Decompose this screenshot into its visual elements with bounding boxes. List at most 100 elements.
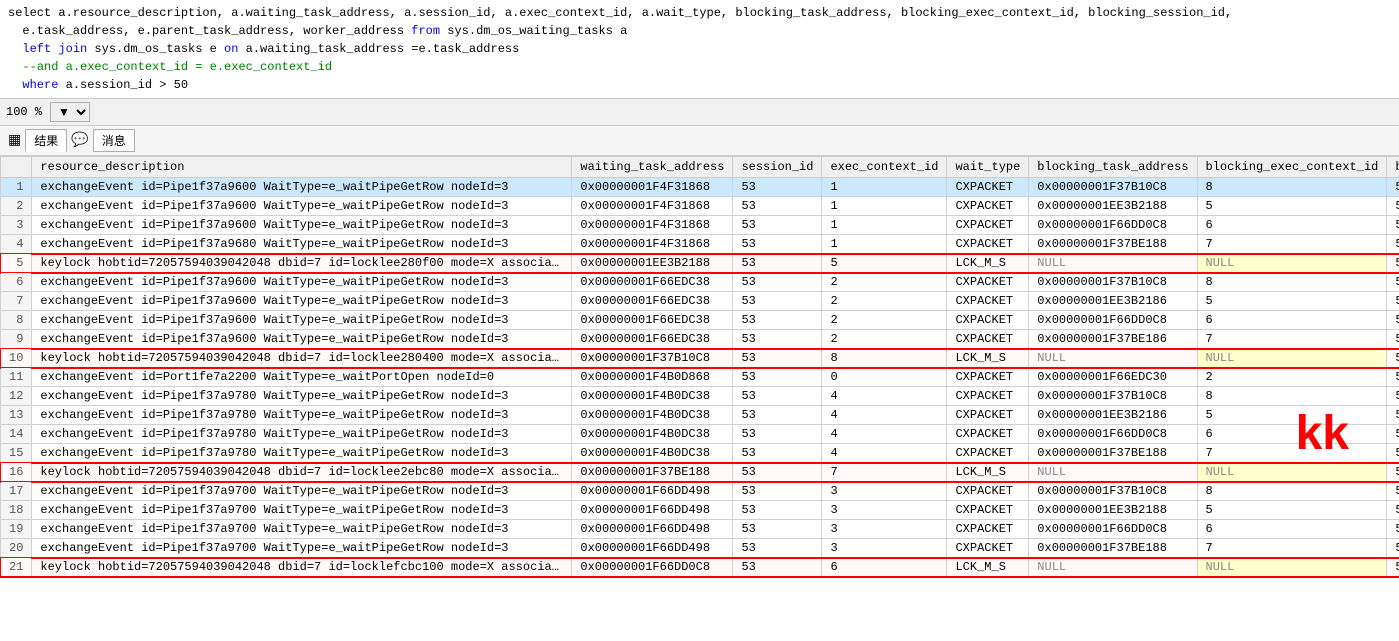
data-grid-container[interactable]: resource_description waiting_task_addres…	[0, 156, 1399, 641]
results-tab[interactable]: 结果	[25, 129, 67, 152]
table-row[interactable]: 1exchangeEvent id=Pipe1f37a9600 WaitType…	[1, 178, 1399, 197]
table-row[interactable]: 11exchangeEvent id=Port1fe7a2200 WaitTyp…	[1, 368, 1399, 387]
cell-session-id: 53	[733, 425, 822, 444]
cell-blocking-exec-context-id: 8	[1197, 273, 1387, 292]
cell-blocking-task-address: 0x00000001F66DD0C8	[1029, 216, 1197, 235]
cell-blocking-task-address: NULL	[1029, 254, 1197, 273]
cell-blocking-exec-context-id: 5	[1197, 501, 1387, 520]
message-icon: 💬	[71, 132, 88, 149]
table-row[interactable]: 14exchangeEvent id=Pipe1f37a9780 WaitTyp…	[1, 425, 1399, 444]
col-blocking-exec-context-id[interactable]: blocking_exec_context_id	[1197, 157, 1387, 178]
cell-wait-type: CXPACKET	[947, 406, 1029, 425]
cell-blocking-session-id: 53	[1387, 292, 1399, 311]
cell-blocking-exec-context-id: 6	[1197, 216, 1387, 235]
table-row[interactable]: 3exchangeEvent id=Pipe1f37a9600 WaitType…	[1, 216, 1399, 235]
table-row[interactable]: 2exchangeEvent id=Pipe1f37a9600 WaitType…	[1, 197, 1399, 216]
cell-exec-context-id: 3	[822, 501, 947, 520]
col-session-id[interactable]: session_id	[733, 157, 822, 178]
table-row[interactable]: 19exchangeEvent id=Pipe1f37a9700 WaitTyp…	[1, 520, 1399, 539]
grid-icon: ▦	[8, 132, 21, 149]
cell-waiting-task-address: 0x00000001F4B0D868	[572, 368, 733, 387]
cell-session-id: 53	[733, 197, 822, 216]
cell-blocking-task-address: 0x00000001EE3B2188	[1029, 197, 1197, 216]
table-row[interactable]: 21keylock hobtid=72057594039042048 dbid=…	[1, 558, 1399, 577]
table-row[interactable]: 7exchangeEvent id=Pipe1f37a9600 WaitType…	[1, 292, 1399, 311]
zoom-select[interactable]: ▼	[50, 102, 90, 122]
col-wait-type[interactable]: wait_type	[947, 157, 1029, 178]
cell-exec-context-id: 5	[822, 254, 947, 273]
cell-exec-context-id: 1	[822, 197, 947, 216]
cell-blocking-exec-context-id: 7	[1197, 235, 1387, 254]
col-resource-description[interactable]: resource_description	[32, 157, 572, 178]
table-row[interactable]: 20exchangeEvent id=Pipe1f37a9700 WaitTyp…	[1, 539, 1399, 558]
cell-resource-description: exchangeEvent id=Pipe1f37a9680 WaitType=…	[32, 235, 572, 254]
cell-blocking-task-address: NULL	[1029, 349, 1197, 368]
cell-waiting-task-address: 0x00000001EE3B2188	[572, 254, 733, 273]
row-number: 15	[1, 444, 32, 463]
cell-blocking-task-address: 0x00000001F37B10C8	[1029, 387, 1197, 406]
cell-blocking-session-id: 53	[1387, 235, 1399, 254]
cell-resource-description: exchangeEvent id=Pipe1f37a9700 WaitType=…	[32, 520, 572, 539]
cell-wait-type: CXPACKET	[947, 482, 1029, 501]
cell-waiting-task-address: 0x00000001F66DD498	[572, 482, 733, 501]
cell-blocking-task-address: 0x00000001F66EDC30	[1029, 368, 1197, 387]
table-row[interactable]: 12exchangeEvent id=Pipe1f37a9780 WaitTyp…	[1, 387, 1399, 406]
col-blocking-session-id[interactable]: blocking_session_id	[1387, 157, 1399, 178]
messages-label: 消息	[102, 132, 126, 149]
cell-blocking-session-id: 54	[1387, 463, 1399, 482]
cell-blocking-session-id: 53	[1387, 368, 1399, 387]
col-blocking-task-address[interactable]: blocking_task_address	[1029, 157, 1197, 178]
cell-blocking-task-address: 0x00000001EE3B2186	[1029, 292, 1197, 311]
toolbar: 100 % ▼	[0, 99, 1399, 126]
table-row[interactable]: 17exchangeEvent id=Pipe1f37a9700 WaitTyp…	[1, 482, 1399, 501]
cell-waiting-task-address: 0x00000001F37B10C8	[572, 349, 733, 368]
cell-blocking-session-id: 54	[1387, 558, 1399, 577]
cell-session-id: 53	[733, 501, 822, 520]
cell-session-id: 53	[733, 482, 822, 501]
cell-wait-type: CXPACKET	[947, 197, 1029, 216]
cell-session-id: 53	[733, 311, 822, 330]
table-row[interactable]: 6exchangeEvent id=Pipe1f37a9600 WaitType…	[1, 273, 1399, 292]
row-number: 10	[1, 349, 32, 368]
cell-exec-context-id: 2	[822, 330, 947, 349]
cell-resource-description: exchangeEvent id=Pipe1f37a9600 WaitType=…	[32, 273, 572, 292]
cell-session-id: 53	[733, 463, 822, 482]
cell-blocking-session-id: 53	[1387, 539, 1399, 558]
cell-resource-description: exchangeEvent id=Pipe1f37a9600 WaitType=…	[32, 292, 572, 311]
table-row[interactable]: 13exchangeEvent id=Pipe1f37a9780 WaitTyp…	[1, 406, 1399, 425]
cell-blocking-exec-context-id: 7	[1197, 539, 1387, 558]
table-row[interactable]: 16keylock hobtid=72057594039042048 dbid=…	[1, 463, 1399, 482]
cell-exec-context-id: 2	[822, 311, 947, 330]
table-row[interactable]: 8exchangeEvent id=Pipe1f37a9600 WaitType…	[1, 311, 1399, 330]
table-row[interactable]: 18exchangeEvent id=Pipe1f37a9700 WaitTyp…	[1, 501, 1399, 520]
table-row[interactable]: 10keylock hobtid=72057594039042048 dbid=…	[1, 349, 1399, 368]
cell-wait-type: LCK_M_S	[947, 254, 1029, 273]
cell-exec-context-id: 4	[822, 444, 947, 463]
cell-blocking-exec-context-id: 5	[1197, 406, 1387, 425]
cell-session-id: 53	[733, 273, 822, 292]
table-row[interactable]: 5keylock hobtid=72057594039042048 dbid=7…	[1, 254, 1399, 273]
col-exec-context-id[interactable]: exec_context_id	[822, 157, 947, 178]
row-number: 8	[1, 311, 32, 330]
cell-waiting-task-address: 0x00000001F66DD498	[572, 539, 733, 558]
cell-exec-context-id: 2	[822, 273, 947, 292]
table-row[interactable]: 9exchangeEvent id=Pipe1f37a9600 WaitType…	[1, 330, 1399, 349]
table-row[interactable]: 15exchangeEvent id=Pipe1f37a9780 WaitTyp…	[1, 444, 1399, 463]
cell-blocking-exec-context-id: NULL	[1197, 254, 1387, 273]
row-number: 18	[1, 501, 32, 520]
sql-editor: select a.resource_description, a.waiting…	[0, 0, 1399, 99]
cell-waiting-task-address: 0x00000001F4F31868	[572, 216, 733, 235]
cell-wait-type: CXPACKET	[947, 292, 1029, 311]
cell-blocking-task-address: 0x00000001F37BE186	[1029, 330, 1197, 349]
cell-blocking-session-id: 54	[1387, 254, 1399, 273]
cell-session-id: 53	[733, 216, 822, 235]
cell-blocking-session-id: 54	[1387, 349, 1399, 368]
cell-resource-description: exchangeEvent id=Pipe1f37a9700 WaitType=…	[32, 539, 572, 558]
cell-blocking-session-id: 53	[1387, 197, 1399, 216]
cell-blocking-session-id: 53	[1387, 273, 1399, 292]
cell-session-id: 53	[733, 330, 822, 349]
cell-blocking-task-address: 0x00000001F37B10C8	[1029, 482, 1197, 501]
messages-tab[interactable]: 消息	[93, 129, 135, 152]
col-waiting-task-address[interactable]: waiting_task_address	[572, 157, 733, 178]
table-row[interactable]: 4exchangeEvent id=Pipe1f37a9680 WaitType…	[1, 235, 1399, 254]
